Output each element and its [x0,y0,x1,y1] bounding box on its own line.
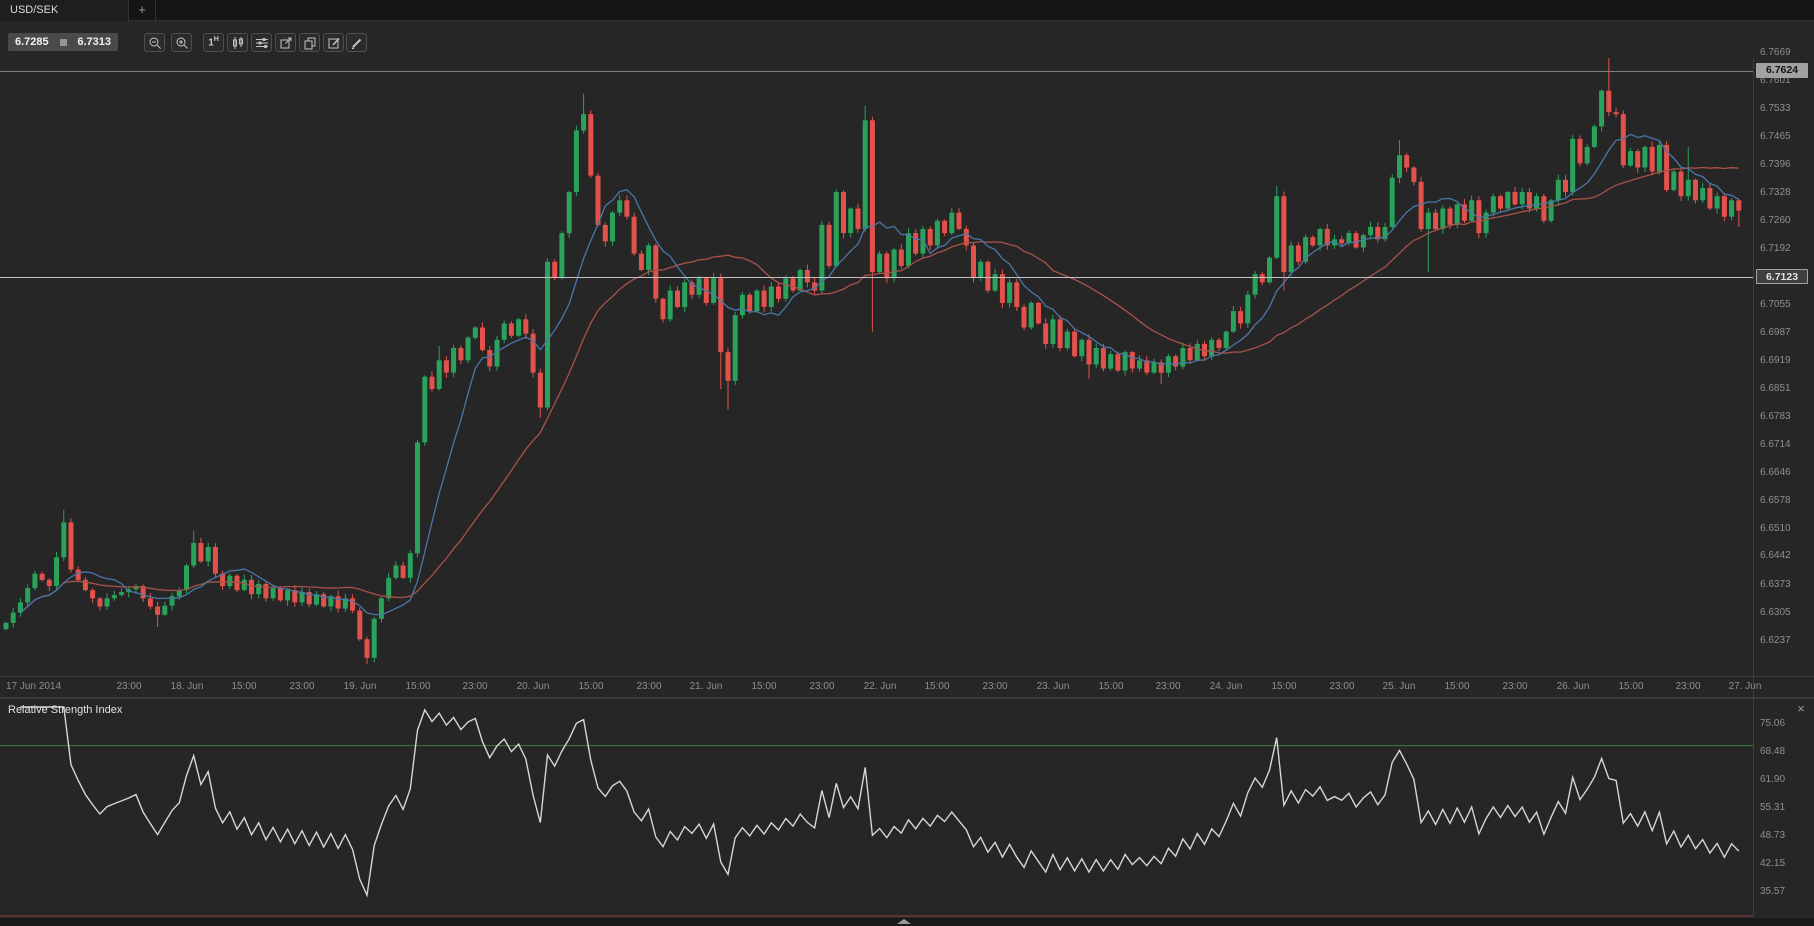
time-label: 18. Jun [171,681,204,692]
time-label: 23:00 [289,681,314,692]
bottom-strip [0,918,1814,926]
trading-app-window: USD/SEK + 6.7285 6.7313 1H [0,0,1814,926]
time-label: 23:00 [462,681,487,692]
time-label: 23:00 [636,681,661,692]
rsi-title: Relative Strength Index [8,704,122,716]
time-label: 23. Jun [1037,681,1070,692]
rsi-panel[interactable]: Relative Strength Index × 75.06 68.48 61.9… [0,698,1814,918]
high-price-line[interactable] [0,71,1753,72]
price-tick: 6.6646 [1760,467,1791,479]
price-tick: 6.7533 [1760,103,1791,115]
time-label: 20. Jun [517,681,550,692]
candlestick-icon [231,36,245,50]
popout-icon [279,36,293,50]
quote-widget[interactable]: 6.7285 6.7313 [8,33,118,51]
candlestick-chart[interactable] [0,58,1753,676]
time-label: 21. Jun [690,681,723,692]
tab-usdsek[interactable]: USD/SEK [0,0,129,21]
time-label: 23:00 [116,681,141,692]
time-axis[interactable]: 17 Jun 2014 23:00 18. Jun 15:00 23:00 19. Jun… [0,676,1814,698]
axis-border [1753,58,1754,918]
popout-chart-button[interactable] [275,33,296,52]
indicators-button[interactable] [251,33,272,52]
price-tick: 6.6987 [1760,327,1791,339]
tab-bar: USD/SEK + [0,0,1814,21]
panel-resize-handle[interactable] [897,919,911,924]
price-tick: 6.6305 [1760,607,1791,619]
time-label: 15:00 [231,681,256,692]
time-label: 19. Jun [344,681,377,692]
zoom-out-button[interactable] [144,33,165,52]
rsi-tick: 75.06 [1760,718,1785,730]
price-tick: 6.6919 [1760,355,1791,367]
copy-chart-button[interactable] [299,33,320,52]
timeframe-label: 1H [208,36,219,48]
chart-type-button[interactable] [227,33,248,52]
price-tick: 6.7465 [1760,131,1791,143]
current-price-badge: 6.7123 [1756,269,1808,284]
rsi-chart[interactable] [0,699,1753,919]
time-label: 15:00 [578,681,603,692]
rsi-tick: 42.15 [1760,858,1785,870]
edit-icon [327,36,341,50]
rsi-tick: 55.31 [1760,802,1785,814]
time-label: 15:00 [1098,681,1123,692]
time-label: 23:00 [809,681,834,692]
price-tick: 6.6442 [1760,550,1791,562]
time-label: 26. Jun [1557,681,1590,692]
ask-price: 6.7313 [77,36,111,48]
spread-square-icon [60,39,67,46]
time-label: 15:00 [405,681,430,692]
bid-price: 6.7285 [15,36,49,48]
time-label: 23:00 [1675,681,1700,692]
time-label: 15:00 [1271,681,1296,692]
time-label: 23:00 [1329,681,1354,692]
high-price-badge: 6.7624 [1756,63,1808,78]
time-label: 23:00 [982,681,1007,692]
rsi-tick: 68.48 [1760,746,1785,758]
price-tick: 6.6510 [1760,523,1791,535]
zoom-out-icon [148,36,162,50]
time-label: 24. Jun [1210,681,1243,692]
rsi-tick: 61.90 [1760,774,1785,786]
zoom-in-icon [175,36,189,50]
time-label: 15:00 [1444,681,1469,692]
toolbar: 6.7285 6.7313 1H [0,21,1814,58]
time-label: 27. Jun [1729,681,1762,692]
time-label: 15:00 [924,681,949,692]
price-tick: 6.6783 [1760,411,1791,423]
price-chart-panel[interactable] [0,58,1814,676]
price-tick: 6.6237 [1760,635,1791,647]
timeframe-button[interactable]: 1H [203,33,224,52]
rsi-close-button[interactable]: × [1793,701,1809,717]
new-tab-button[interactable]: + [129,0,156,21]
copy-icon [303,36,317,50]
edit-chart-button[interactable] [323,33,344,52]
time-label: 23:00 [1502,681,1527,692]
time-label: 22. Jun [864,681,897,692]
price-tick: 6.7396 [1760,159,1791,171]
pencil-icon [350,36,364,50]
time-label: 25. Jun [1383,681,1416,692]
time-label: 15:00 [1618,681,1643,692]
time-label: 17 Jun 2014 [6,681,61,692]
time-label: 15:00 [751,681,776,692]
price-tick: 6.6714 [1760,439,1791,451]
price-tick: 6.7192 [1760,243,1791,255]
price-tick: 6.7328 [1760,187,1791,199]
price-tick: 6.6578 [1760,495,1791,507]
sliders-icon [255,36,269,50]
current-price-line[interactable] [0,277,1753,278]
price-tick: 6.6851 [1760,383,1791,395]
rsi-tick: 48.73 [1760,830,1785,842]
price-tick: 6.6373 [1760,579,1791,591]
time-label: 23:00 [1155,681,1180,692]
draw-button[interactable] [346,33,367,52]
price-tick: 6.7055 [1760,299,1791,311]
zoom-in-button[interactable] [171,33,192,52]
price-tick: 6.7669 [1760,47,1791,59]
rsi-tick: 35.57 [1760,886,1785,898]
price-tick: 6.7260 [1760,215,1791,227]
